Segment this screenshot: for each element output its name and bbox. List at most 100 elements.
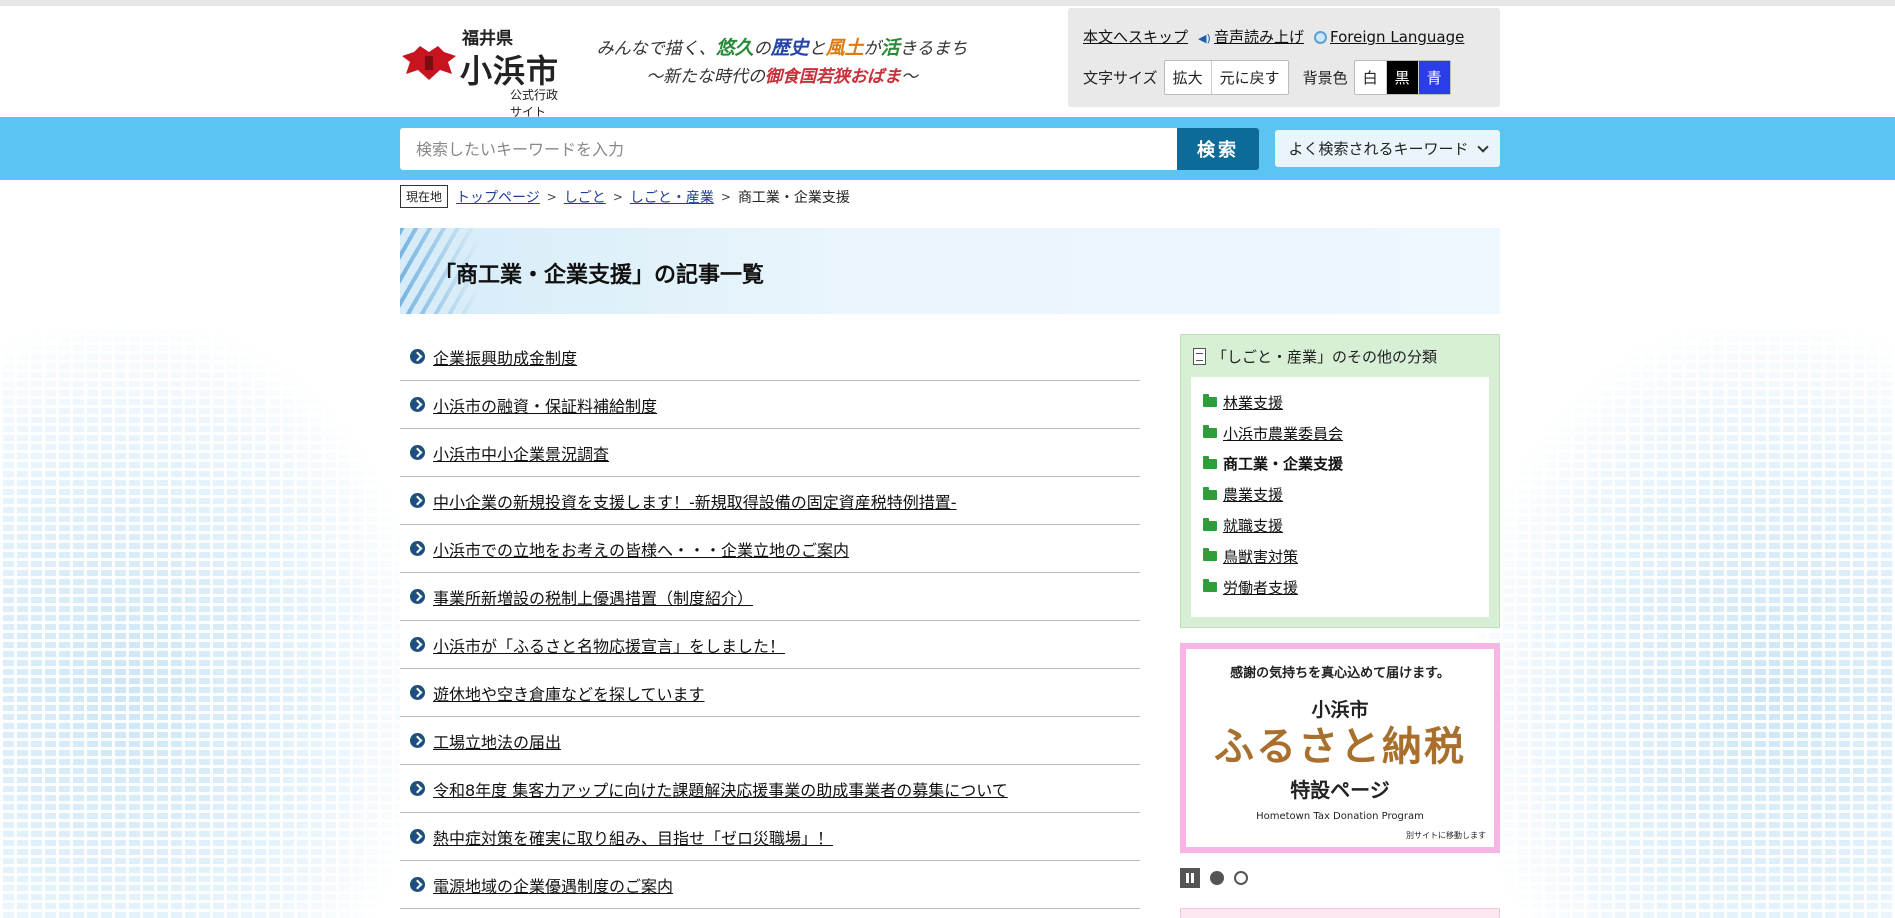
breadcrumb-work-industry[interactable]: しごと・産業 — [630, 187, 714, 207]
logo-subtitle: 公式行政サイト — [510, 88, 559, 119]
list-item: 小浜市での立地をお考えの皆様へ・・・企業立地のご案内 — [400, 525, 1140, 573]
tagline-line2: ～新たな時代の御食国若狭おばま～ — [646, 67, 918, 87]
popular-keywords-label: よく検索されるキーワード — [1288, 140, 1469, 158]
banner-line1: 感謝の気持ちを真心込めて届けます。 — [1230, 666, 1450, 681]
sidebar-item-label[interactable]: 鳥獣害対策 — [1223, 546, 1298, 567]
page-title-banner: 「商工業・企業支援」の記事一覧 — [400, 228, 1500, 314]
speaker-icon: ◀) — [1198, 32, 1211, 45]
sidebar-item-workers[interactable]: 労働者支援 — [1203, 572, 1489, 603]
popular-keywords-button[interactable]: よく検索されるキーワード — [1275, 130, 1500, 167]
folder-icon — [1203, 579, 1217, 593]
article-link[interactable]: 熱中症対策を確実に取り組み、目指せ「ゼロ災職場」！ — [433, 825, 833, 849]
folder-icon — [1203, 548, 1217, 562]
foreign-language-link[interactable]: Foreign Language — [1330, 28, 1464, 46]
arrow-circle-icon — [410, 445, 425, 460]
sidebar-item-employment[interactable]: 就職支援 — [1203, 510, 1489, 541]
arrow-circle-icon — [410, 541, 425, 556]
sidebar-categories: 「しごと・産業」のその他の分類 林業支援 小浜市農業委員会 商工業・企業支援 農… — [1180, 334, 1500, 628]
arrow-circle-icon — [410, 589, 425, 604]
site-logo[interactable]: 福井県 小浜市 公式行政サイト — [400, 22, 565, 119]
breadcrumb-here-label: 現在地 — [400, 185, 449, 208]
article-link[interactable]: 小浜市での立地をお考えの皆様へ・・・企業立地のご案内 — [433, 537, 849, 561]
sidebar-item-wildlife[interactable]: 鳥獣害対策 — [1203, 541, 1489, 572]
article-link[interactable]: 小浜市の融資・保証料補給制度 — [433, 393, 657, 417]
display-settings: 文字サイズ 拡大 元に戻す 背景色 白 黒 青 — [1083, 60, 1451, 95]
sidebar-heading-text: 「しごと・産業」のその他の分類 — [1212, 348, 1438, 366]
skip-to-content-link[interactable]: 本文へスキップ — [1083, 26, 1188, 47]
arrow-circle-icon — [410, 781, 425, 796]
sidebar-item-label[interactable]: 林業支援 — [1223, 392, 1283, 413]
site-header: 福井県 小浜市 公式行政サイト みんなで描く、悠久の歴史と風土が活きるまち ～新… — [0, 6, 1895, 119]
article-link[interactable]: 工場立地法の届出 — [433, 729, 561, 753]
list-item: 工場立地法の届出 — [400, 717, 1140, 765]
breadcrumb-work[interactable]: しごと — [564, 187, 606, 207]
breadcrumb-separator: > — [612, 189, 623, 204]
furusato-nozei-banner[interactable]: 感謝の気持ちを真心込めて届けます。 小浜市 ふるさと納税 特設ページ Homet… — [1180, 643, 1500, 853]
foreign-language-wrap[interactable]: Foreign Language — [1314, 27, 1464, 46]
accessibility-panel: 本文へスキップ ◀) 音声読み上げ Foreign Language 文字サイズ … — [1068, 8, 1500, 107]
folder-icon — [1203, 517, 1217, 531]
sidebar-item-agriculture[interactable]: 農業支援 — [1203, 479, 1489, 510]
text-enlarge-button[interactable]: 拡大 — [1165, 61, 1212, 94]
list-item: 小浜市が「ふるさと名物応援宣言」をしました！ — [400, 621, 1140, 669]
folder-icon — [1203, 425, 1217, 439]
sidebar-item-label: 商工業・企業支援 — [1223, 455, 1344, 474]
article-link[interactable]: 小浜市が「ふるさと名物応援宣言」をしました！ — [433, 633, 785, 657]
pause-icon[interactable] — [1180, 868, 1200, 888]
search-input[interactable] — [400, 128, 1178, 170]
sidebar-item-label[interactable]: 就職支援 — [1223, 515, 1283, 536]
globe-icon — [1314, 31, 1328, 44]
list-item: 事業所新増設の税制上優遇措置（制度紹介） — [400, 573, 1140, 621]
background-pattern-right — [1475, 330, 1895, 918]
breadcrumb-separator: > — [720, 189, 731, 204]
list-item: 中小企業の新規投資を支援します！-新規取得設備の固定資産税特例措置- — [400, 477, 1140, 525]
sidebar-item-agri-committee[interactable]: 小浜市農業委員会 — [1203, 418, 1489, 449]
sidebar-item-label[interactable]: 小浜市農業委員会 — [1223, 423, 1343, 444]
city-tagline: みんなで描く、悠久の歴史と風土が活きるまち ～新たな時代の御食国若狭おばま～ — [592, 34, 972, 91]
bg-black-button[interactable]: 黒 — [1386, 61, 1419, 94]
article-link[interactable]: 小浜市中小企業景況調査 — [433, 441, 609, 465]
breadcrumb-separator: > — [546, 189, 557, 204]
sidebar-list: 林業支援 小浜市農業委員会 商工業・企業支援 農業支援 就職支援 鳥獣害対策 労… — [1191, 377, 1489, 617]
page-title: 「商工業・企業支援」の記事一覧 — [434, 263, 765, 288]
article-link[interactable]: 企業振興助成金制度 — [433, 345, 577, 369]
search-bar: 検索 よく検索されるキーワード — [0, 117, 1895, 180]
slide-dot-2[interactable] — [1234, 871, 1248, 885]
article-link[interactable]: 電源地域の企業優遇制度のご案内 — [433, 873, 673, 897]
slide-dot-1[interactable] — [1210, 871, 1224, 885]
bg-blue-button[interactable]: 青 — [1418, 61, 1450, 94]
list-item: 熱中症対策を確実に取り組み、目指せ「ゼロ災職場」！ — [400, 813, 1140, 861]
folder-icon — [1203, 394, 1217, 408]
article-link[interactable]: 令和8年度 集客力アップに向けた課題解決応援事業の助成事業者の募集について — [433, 777, 1008, 801]
sidebar-item-label[interactable]: 労働者支援 — [1223, 577, 1298, 598]
sidebar-item-label[interactable]: 農業支援 — [1223, 484, 1283, 505]
arrow-circle-icon — [410, 829, 425, 844]
folder-icon — [1203, 455, 1217, 469]
text-reset-button[interactable]: 元に戻す — [1212, 61, 1288, 94]
breadcrumb-top[interactable]: トップページ — [456, 187, 540, 207]
sidebar-heading: 「しごと・産業」のその他の分類 — [1193, 346, 1437, 367]
article-list: 企業振興助成金制度 小浜市の融資・保証料補給制度 小浜市中小企業景況調査 中小企… — [400, 333, 1140, 909]
article-link[interactable]: 遊休地や空き倉庫などを探しています — [433, 681, 705, 705]
banner-line2: 小浜市 — [1311, 699, 1369, 721]
banner-line4: 特設ページ — [1290, 778, 1390, 802]
article-link[interactable]: 事業所新増設の税制上優遇措置（制度紹介） — [433, 585, 753, 609]
arrow-circle-icon — [410, 685, 425, 700]
list-item: 電源地域の企業優遇制度のご案内 — [400, 861, 1140, 909]
speech-link-wrap[interactable]: ◀) 音声読み上げ — [1198, 26, 1304, 47]
speech-link[interactable]: 音声読み上げ — [1214, 28, 1304, 46]
tagline-line1: みんなで描く、悠久の歴史と風土が活きるまち — [596, 37, 968, 59]
bg-white-button[interactable]: 白 — [1355, 61, 1387, 94]
article-link[interactable]: 中小企業の新規投資を支援します！-新規取得設備の固定資産税特例措置- — [433, 489, 957, 513]
city-emblem-icon — [402, 46, 456, 80]
banner-line5: Hometown Tax Donation Program — [1256, 811, 1424, 822]
chevron-down-icon — [1476, 140, 1489, 153]
list-item: 小浜市中小企業景況調査 — [400, 429, 1140, 477]
background-pattern-left — [0, 330, 420, 918]
text-size-buttons: 拡大 元に戻す — [1163, 60, 1289, 95]
search-button[interactable]: 検索 — [1177, 128, 1259, 170]
banner-slider-controls — [1180, 868, 1248, 888]
list-item: 企業振興助成金制度 — [400, 333, 1140, 381]
sidebar-item-forestry[interactable]: 林業支援 — [1203, 387, 1489, 418]
banner-line3: ふるさと納税 — [1214, 724, 1466, 770]
